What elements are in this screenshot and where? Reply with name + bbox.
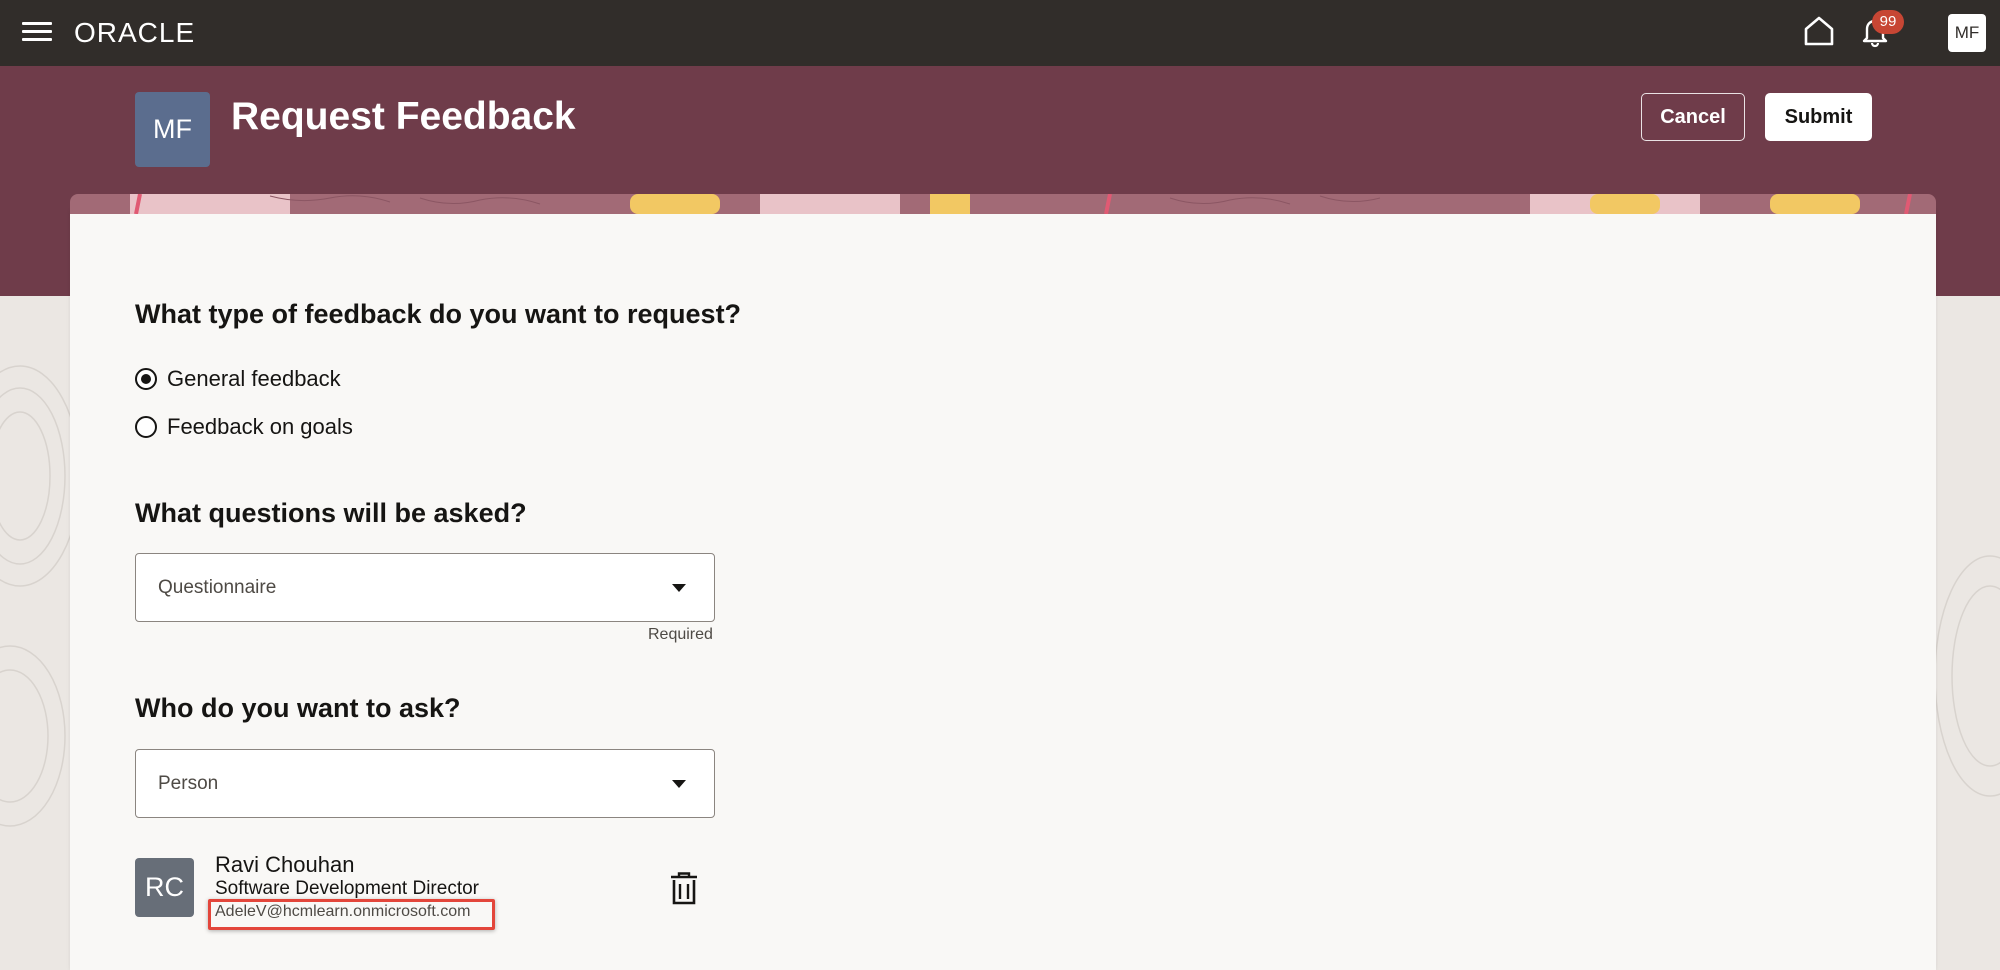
person-job-title: Software Development Director — [215, 878, 479, 899]
cancel-button[interactable]: Cancel — [1641, 93, 1745, 141]
person-email: AdeleV@hcmlearn.onmicrosoft.com — [215, 903, 471, 920]
submit-button[interactable]: Submit — [1765, 93, 1872, 141]
person-name: Ravi Chouhan — [215, 852, 355, 877]
chevron-down-icon — [672, 584, 686, 592]
person-select[interactable]: Person — [135, 749, 715, 818]
radio-checked-icon[interactable] — [135, 368, 157, 390]
feedback-type-heading: What type of feedback do you want to req… — [135, 299, 742, 329]
ask-heading: Who do you want to ask? — [135, 693, 461, 723]
notification-badge: 99 — [1872, 10, 1904, 34]
chevron-down-icon — [672, 780, 686, 788]
questions-heading: What questions will be asked? — [135, 498, 527, 528]
required-helper: Required — [648, 626, 713, 643]
radio-label: Feedback on goals — [167, 414, 353, 439]
person-select-text: Person — [158, 773, 219, 794]
radio-label: General feedback — [167, 366, 341, 391]
page-avatar: MF — [135, 92, 210, 167]
questionnaire-select-text: Questionnaire — [158, 577, 277, 598]
home-icon[interactable] — [1802, 14, 1836, 48]
oracle-logo[interactable]: ORACLE — [74, 16, 195, 50]
trash-icon[interactable] — [668, 872, 700, 906]
radio-general-feedback[interactable]: General feedback — [135, 366, 341, 392]
decorative-banner — [70, 194, 1936, 214]
page-title: Request Feedback — [231, 95, 576, 138]
radio-unchecked-icon[interactable] — [135, 416, 157, 438]
questionnaire-select[interactable]: Questionnaire — [135, 553, 715, 622]
user-menu-avatar[interactable]: MF — [1948, 14, 1986, 52]
menu-icon[interactable] — [22, 20, 52, 44]
global-header: ORACLE 99 MF — [0, 0, 2000, 66]
radio-feedback-on-goals[interactable]: Feedback on goals — [135, 414, 353, 440]
person-avatar: RC — [135, 858, 194, 917]
